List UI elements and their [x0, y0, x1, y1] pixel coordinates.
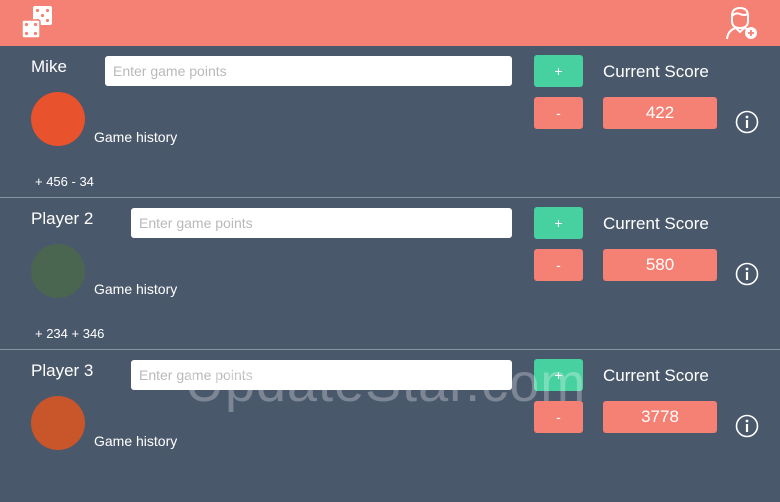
game-history-values: + 456 - 34: [35, 174, 94, 189]
current-score-label: Current Score: [603, 214, 709, 233]
game-history-label[interactable]: Game history: [94, 129, 177, 145]
player-color-avatar[interactable]: [31, 244, 85, 298]
game-points-input[interactable]: [105, 56, 512, 86]
game-history-label[interactable]: Game history: [94, 281, 177, 297]
player-name: Player 3: [31, 361, 94, 380]
player-name: Mike: [31, 57, 67, 76]
current-score-value: 580: [603, 249, 717, 281]
player-card: Player 3 + - Current Score 3778 Game his…: [0, 350, 780, 502]
current-score-label: Current Score: [603, 366, 709, 385]
player-card: Mike + - Current Score 422 Game history …: [0, 46, 780, 198]
add-points-button[interactable]: +: [534, 207, 583, 239]
dice-icon[interactable]: [20, 5, 56, 41]
info-icon[interactable]: [735, 414, 759, 438]
player-name: Player 2: [31, 209, 94, 228]
add-user-icon[interactable]: [726, 6, 758, 40]
player-card: Player 2 + - Current Score 580 Game hist…: [0, 198, 780, 350]
subtract-points-button[interactable]: -: [534, 249, 583, 281]
game-points-input[interactable]: [131, 208, 512, 238]
subtract-points-button[interactable]: -: [534, 97, 583, 129]
header-bar: [0, 0, 780, 46]
current-score-value: 3778: [603, 401, 717, 433]
game-history-values: + 234 + 346: [35, 326, 105, 341]
game-points-input[interactable]: [131, 360, 512, 390]
info-icon[interactable]: [735, 262, 759, 286]
add-points-button[interactable]: +: [534, 359, 583, 391]
current-score-value: 422: [603, 97, 717, 129]
player-color-avatar[interactable]: [31, 396, 85, 450]
subtract-points-button[interactable]: -: [534, 401, 583, 433]
info-icon[interactable]: [735, 110, 759, 134]
current-score-label: Current Score: [603, 62, 709, 81]
game-history-label[interactable]: Game history: [94, 433, 177, 449]
player-color-avatar[interactable]: [31, 92, 85, 146]
add-points-button[interactable]: +: [534, 55, 583, 87]
